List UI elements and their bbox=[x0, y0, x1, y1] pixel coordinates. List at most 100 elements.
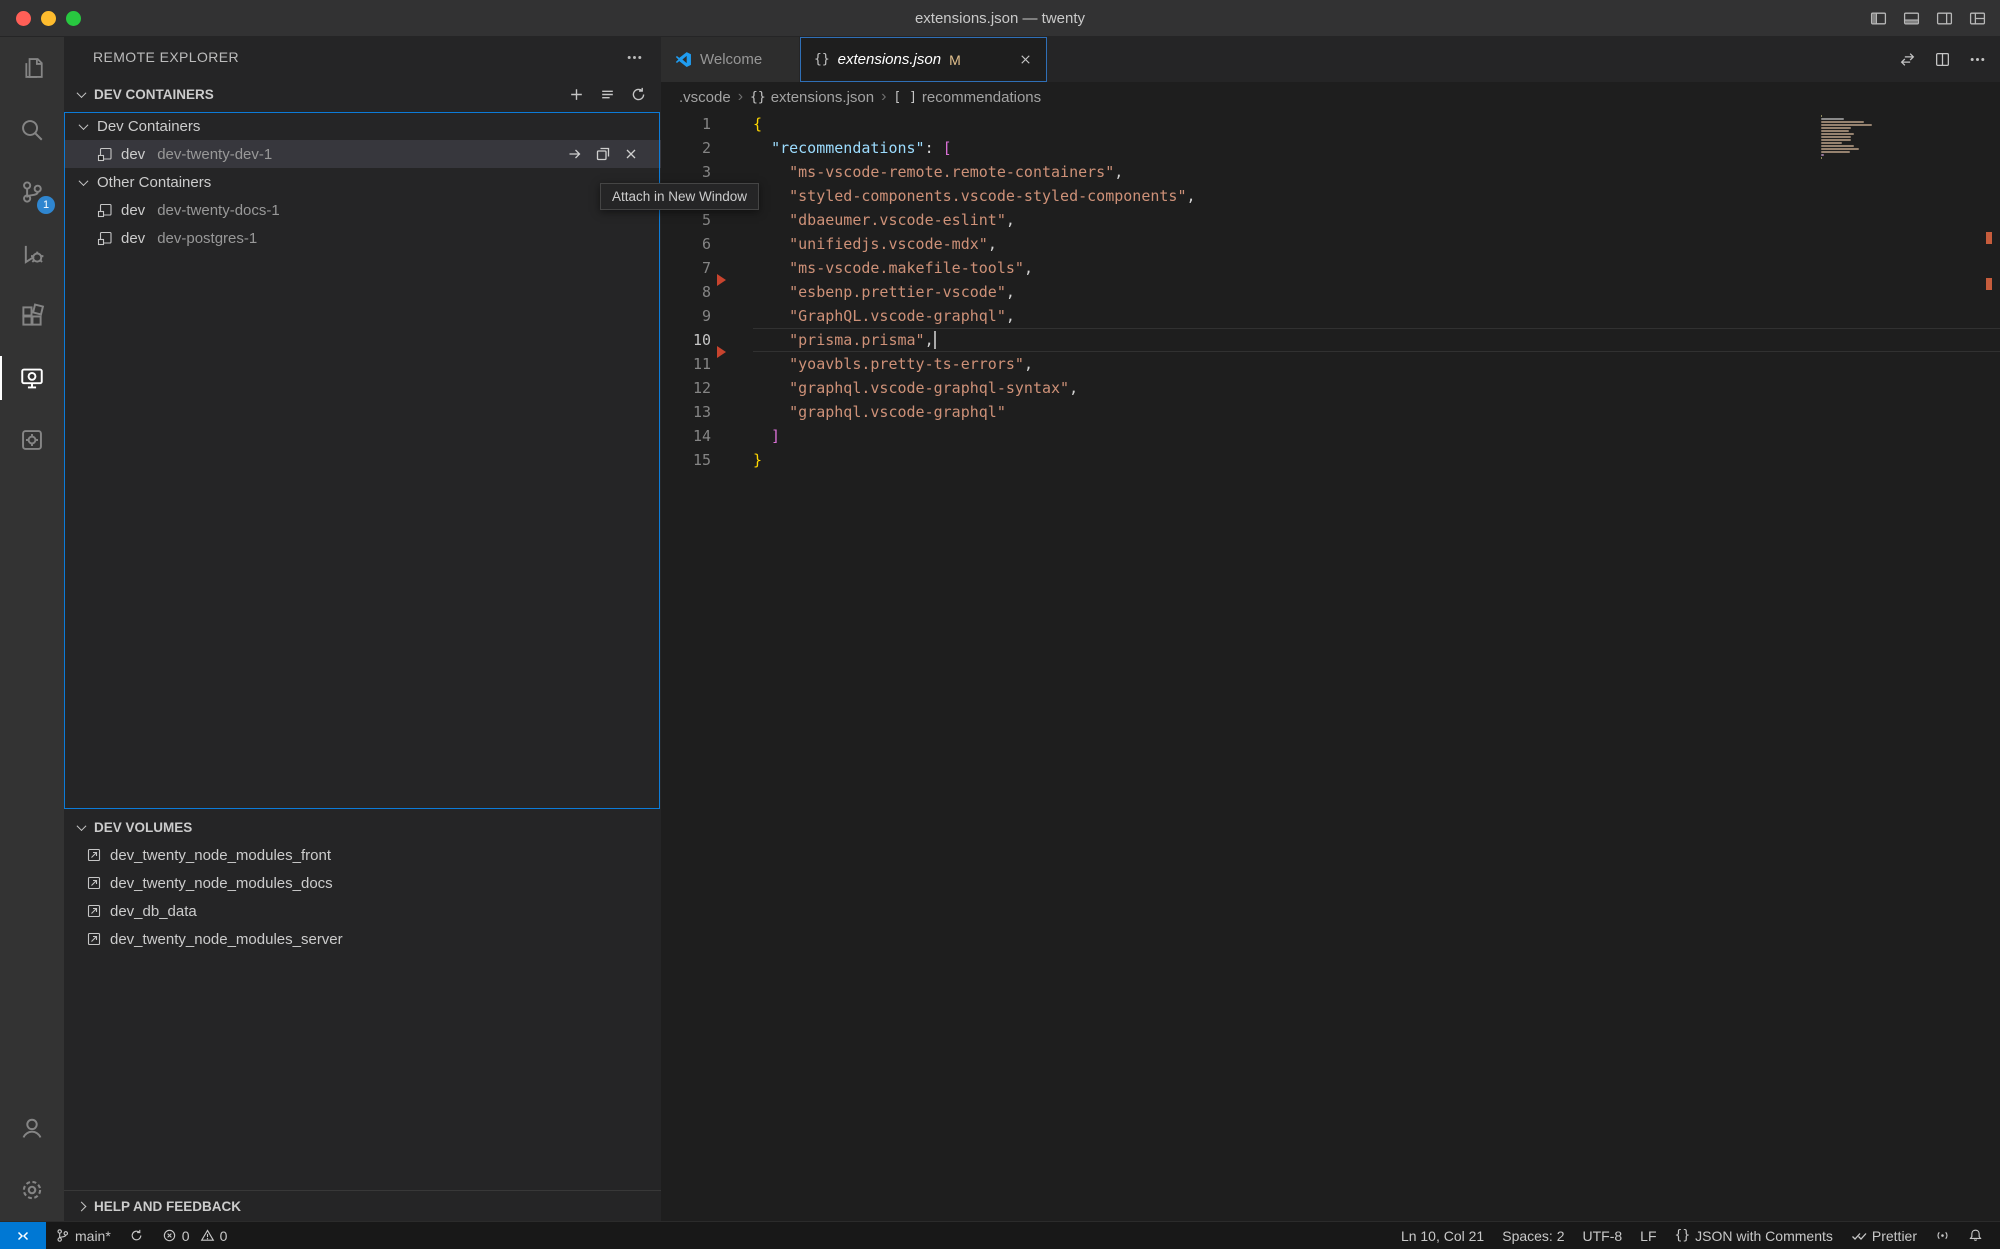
code-line[interactable]: 6 "unifiedjs.vscode-mdx", bbox=[661, 232, 2000, 256]
container-tree-item[interactable]: devdev-twenty-dev-1 bbox=[64, 140, 661, 168]
line-gutter[interactable]: 8 bbox=[661, 280, 753, 304]
dev-containers-section-header[interactable]: DEV CONTAINERS bbox=[64, 77, 661, 112]
zoom-window-button[interactable] bbox=[66, 11, 81, 26]
line-gutter[interactable]: 13 bbox=[661, 400, 753, 424]
minimize-window-button[interactable] bbox=[41, 11, 56, 26]
open-changes-icon[interactable] bbox=[1899, 51, 1916, 68]
close-window-button[interactable] bbox=[16, 11, 31, 26]
code-line[interactable]: 13 "graphql.vscode-graphql" bbox=[661, 400, 2000, 424]
attach-container-icon[interactable] bbox=[567, 146, 583, 162]
code-line-content[interactable]: "prisma.prisma", bbox=[753, 328, 2000, 352]
split-editor-icon[interactable] bbox=[1934, 51, 1951, 68]
breadcrumb-folder[interactable]: .vscode bbox=[679, 89, 731, 106]
language-mode-item[interactable]: {} JSON with Comments bbox=[1666, 1222, 1842, 1249]
extensions-icon[interactable] bbox=[0, 285, 64, 347]
line-gutter[interactable]: 11 bbox=[661, 352, 753, 376]
code-line[interactable]: 4 "styled-components.vscode-styled-compo… bbox=[661, 184, 2000, 208]
tab-welcome[interactable]: Welcome bbox=[661, 37, 800, 82]
search-icon[interactable] bbox=[0, 99, 64, 161]
line-gutter[interactable]: 15 bbox=[661, 448, 753, 472]
code-line[interactable]: 3 "ms-vscode-remote.remote-containers", bbox=[661, 160, 2000, 184]
code-line-content[interactable]: "dbaeumer.vscode-eslint", bbox=[753, 208, 2000, 232]
line-gutter[interactable]: 1 bbox=[661, 112, 753, 136]
filter-list-icon[interactable] bbox=[599, 86, 616, 103]
code-line-content[interactable]: { bbox=[753, 112, 2000, 136]
code-line-content[interactable]: "ms-vscode-remote.remote-containers", bbox=[753, 160, 2000, 184]
code-line[interactable]: 2 "recommendations": [ bbox=[661, 136, 2000, 160]
stop-container-icon[interactable] bbox=[623, 146, 639, 162]
refresh-icon[interactable] bbox=[630, 86, 647, 103]
volume-tree-item[interactable]: dev_twenty_node_modules_front bbox=[64, 841, 661, 869]
line-gutter[interactable]: 3 bbox=[661, 160, 753, 184]
breadcrumb-symbol[interactable]: [ ] recommendations bbox=[893, 89, 1041, 106]
account-icon[interactable] bbox=[0, 1097, 64, 1159]
formatter-item[interactable]: Prettier bbox=[1842, 1222, 1926, 1249]
dev-containers-icon[interactable] bbox=[0, 409, 64, 471]
line-gutter[interactable]: 9 bbox=[661, 304, 753, 328]
line-gutter[interactable]: 5 bbox=[661, 208, 753, 232]
code-line-content[interactable]: "ms-vscode.makefile-tools", bbox=[753, 256, 2000, 280]
tree-group-row[interactable]: Other Containers bbox=[64, 168, 661, 196]
code-line[interactable]: 15} bbox=[661, 448, 2000, 472]
code-line-content[interactable]: ] bbox=[753, 424, 2000, 448]
volume-tree-item[interactable]: dev_twenty_node_modules_server bbox=[64, 925, 661, 953]
close-tab-icon[interactable] bbox=[1018, 52, 1033, 67]
tree-group-row[interactable]: Dev Containers bbox=[64, 112, 661, 140]
code-line[interactable]: 8 "esbenp.prettier-vscode", bbox=[661, 280, 2000, 304]
more-actions-icon[interactable] bbox=[626, 49, 643, 66]
line-gutter[interactable]: 10 bbox=[661, 328, 753, 352]
problems-item[interactable]: 0 0 bbox=[153, 1222, 237, 1249]
feedback-icon[interactable] bbox=[1926, 1222, 1959, 1249]
encoding-item[interactable]: UTF-8 bbox=[1574, 1222, 1632, 1249]
code-line[interactable]: 14 ] bbox=[661, 424, 2000, 448]
code-line-content[interactable]: } bbox=[753, 448, 2000, 472]
code-line-content[interactable]: "styled-components.vscode-styled-compone… bbox=[753, 184, 2000, 208]
code-line[interactable]: 7 "ms-vscode.makefile-tools", bbox=[661, 256, 2000, 280]
line-gutter[interactable]: 14 bbox=[661, 424, 753, 448]
minimap[interactable] bbox=[1821, 115, 1909, 160]
code-line-content[interactable]: "graphql.vscode-graphql" bbox=[753, 400, 2000, 424]
tab-extensions-json[interactable]: {} extensions.json M bbox=[800, 37, 1047, 82]
run-debug-icon[interactable] bbox=[0, 223, 64, 285]
line-gutter[interactable]: 6 bbox=[661, 232, 753, 256]
attach-new-window-icon[interactable] bbox=[595, 146, 611, 162]
code-line-content[interactable]: "graphql.vscode-graphql-syntax", bbox=[753, 376, 2000, 400]
source-control-icon[interactable]: 1 bbox=[0, 161, 64, 223]
code-line-content[interactable]: "esbenp.prettier-vscode", bbox=[753, 280, 2000, 304]
dev-volumes-section-header[interactable]: DEV VOLUMES bbox=[64, 813, 661, 841]
line-gutter[interactable]: 2 bbox=[661, 136, 753, 160]
code-line-content[interactable]: "yoavbls.pretty-ts-errors", bbox=[753, 352, 2000, 376]
eol-item[interactable]: LF bbox=[1631, 1222, 1665, 1249]
code-line[interactable]: 12 "graphql.vscode-graphql-syntax", bbox=[661, 376, 2000, 400]
help-and-feedback-section-header[interactable]: HELP AND FEEDBACK bbox=[64, 1190, 661, 1221]
settings-gear-icon[interactable] bbox=[0, 1159, 64, 1221]
volume-tree-item[interactable]: dev_twenty_node_modules_docs bbox=[64, 869, 661, 897]
git-branch-item[interactable]: main* bbox=[46, 1222, 120, 1249]
sync-changes-button[interactable] bbox=[120, 1222, 153, 1249]
code-line[interactable]: 1{ bbox=[661, 112, 2000, 136]
line-gutter[interactable]: 7 bbox=[661, 256, 753, 280]
code-line-content[interactable]: "GraphQL.vscode-graphql", bbox=[753, 304, 2000, 328]
add-icon[interactable] bbox=[568, 86, 585, 103]
breadcrumb-file[interactable]: {} extensions.json bbox=[750, 89, 874, 106]
cursor-position-item[interactable]: Ln 10, Col 21 bbox=[1392, 1222, 1493, 1249]
remote-explorer-icon[interactable] bbox=[0, 347, 64, 409]
container-tree-item[interactable]: devdev-twenty-docs-1 bbox=[64, 196, 661, 224]
code-line-content[interactable]: "unifiedjs.vscode-mdx", bbox=[753, 232, 2000, 256]
code-line[interactable]: 10 "prisma.prisma", bbox=[661, 328, 2000, 352]
toggle-secondary-sidebar-icon[interactable] bbox=[1936, 10, 1953, 27]
toggle-primary-sidebar-icon[interactable] bbox=[1870, 10, 1887, 27]
code-editor[interactable]: 1{2 "recommendations": [3 "ms-vscode-rem… bbox=[661, 112, 2000, 1221]
explorer-icon[interactable] bbox=[0, 37, 64, 99]
code-line[interactable]: 5 "dbaeumer.vscode-eslint", bbox=[661, 208, 2000, 232]
remote-indicator-button[interactable] bbox=[0, 1222, 46, 1249]
indentation-item[interactable]: Spaces: 2 bbox=[1493, 1222, 1573, 1249]
customize-layout-icon[interactable] bbox=[1969, 10, 1986, 27]
line-gutter[interactable]: 12 bbox=[661, 376, 753, 400]
code-line-content[interactable]: "recommendations": [ bbox=[753, 136, 2000, 160]
more-actions-icon[interactable] bbox=[1969, 51, 1986, 68]
code-line[interactable]: 11 "yoavbls.pretty-ts-errors", bbox=[661, 352, 2000, 376]
container-tree-item[interactable]: devdev-postgres-1 bbox=[64, 224, 661, 252]
toggle-panel-icon[interactable] bbox=[1903, 10, 1920, 27]
code-line[interactable]: 9 "GraphQL.vscode-graphql", bbox=[661, 304, 2000, 328]
